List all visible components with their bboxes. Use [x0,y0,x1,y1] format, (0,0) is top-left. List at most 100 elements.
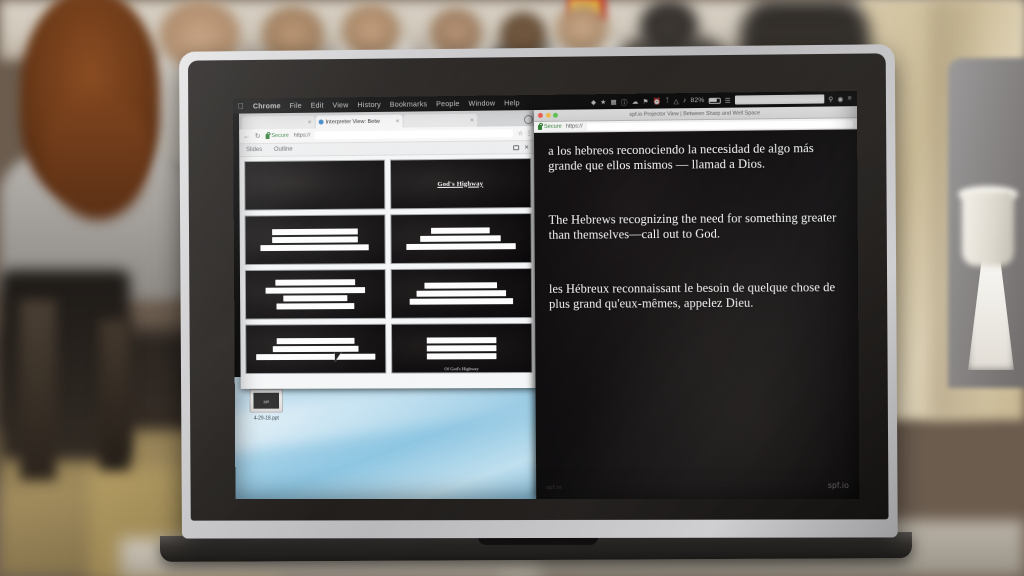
slide-thumbnail[interactable] [390,268,533,319]
close-icon[interactable]: ✕ [524,144,529,151]
menu-history[interactable]: History [357,100,381,109]
person-head [640,0,698,52]
slide-title: God's Highway [437,180,484,188]
laptop:  Chrome File Edit View History Bookmark… [159,44,913,562]
security-indicator[interactable]: Secure [265,132,289,139]
grid-icon[interactable]: ▦ [610,98,617,106]
dropbox-icon[interactable]: ◆ [591,98,596,106]
desktop-file-label: 4-29-18.ppt [253,415,279,422]
list-icon[interactable]: ☰ [725,96,731,104]
tab-slides[interactable]: Slides [246,147,262,153]
lock-icon [265,133,270,139]
slide-thumbnail[interactable] [244,269,386,320]
slide-thumbnail[interactable]: Of God's Highway [390,323,533,374]
slide-text-bar [265,287,365,294]
info-icon[interactable]: ⓘ [621,96,628,106]
favicon-icon [318,119,324,125]
file-thumbnail: ppt [249,388,284,413]
caption-french: les Hébreux reconnaissant le besoin de q… [548,279,836,311]
slide-text-bar [426,345,497,352]
slides-panel-actions: ✕ [513,144,529,151]
browser-tab[interactable]: ✕ [241,115,315,130]
slide-text-bar [271,236,358,243]
menu-view[interactable]: View [332,100,348,109]
back-arrow-icon[interactable]: ← [243,133,250,140]
tab-outline[interactable]: Outline [274,147,293,153]
bookmark-icon[interactable]: ☆ [518,130,523,137]
paper-cup [962,192,1014,266]
omnibar-actions: ☆ ⋮ [518,130,532,137]
siri-icon[interactable]: ◉ [837,95,843,103]
address-input[interactable] [586,119,853,130]
popout-icon[interactable] [513,144,520,150]
bluetooth-icon[interactable]: ᛏ [665,97,669,104]
secure-label: Secure [271,132,289,139]
desktop-file-icon[interactable]: ppt 4-29-18.ppt [243,388,290,422]
slide-text-bar [260,244,369,251]
address-input[interactable] [315,129,513,140]
kebab-menu-icon[interactable]: ⋮ [526,130,532,137]
caption-spanish: a los hebreos reconociendo la necesidad … [548,140,814,174]
profile-avatar-icon[interactable] [523,115,533,125]
slide-text-bar [424,282,498,289]
slide-text-bar [406,243,516,250]
projector-view-window[interactable]: spf.io Projector View | Between Sharp an… [533,106,860,500]
flag-icon[interactable]: ⚑ [643,97,649,105]
security-indicator[interactable]: Secure [537,123,562,130]
close-icon[interactable]: ✕ [395,118,399,124]
spotlight-search-field[interactable] [734,94,825,105]
menu-edit[interactable]: Edit [311,101,324,110]
slide-text-bar [420,235,502,242]
caption-stage: a los hebreos reconociendo la necesidad … [534,129,860,500]
menu-chrome[interactable]: Chrome [253,101,281,110]
desktop-wallpaper: ppt 4-29-18.ppt [233,358,603,499]
window-title: spf.io Projector View | Between Sharp an… [629,109,761,118]
slide-thumbnail[interactable] [245,323,386,375]
browser-tab[interactable]: ✕ [403,113,478,128]
file-thumbnail-inner: ppt [253,392,280,409]
slide-thumbnail[interactable] [244,159,385,211]
tab-label: Interpreter View: Betw [325,118,380,125]
url-text: https:// [293,132,311,139]
search-icon[interactable]: ⚲ [828,95,833,103]
lock-icon [537,124,542,130]
file-thumbnail-label: ppt [263,398,269,404]
menu-people[interactable]: People [436,99,459,108]
apple-logo-icon[interactable]:  [238,101,244,110]
slide-text-bar [274,279,356,286]
battery-icon[interactable] [708,97,721,104]
clock-icon[interactable]: ⏰ [653,97,662,105]
screen-bezel:  Chrome File Edit View History Bookmark… [187,53,889,521]
browser-tab-active[interactable]: Interpreter View: Betw ✕ [315,114,403,129]
secure-label: Secure [543,123,562,130]
menu-file[interactable]: File [290,101,302,110]
slide-text-bar [426,337,497,344]
wifi-icon[interactable]: △ [674,97,679,105]
cloud-icon[interactable]: ☁ [632,97,639,105]
slide-thumbnail[interactable] [389,213,532,265]
slide-text-bar [416,290,506,297]
volume-icon[interactable]: ♪ [683,97,687,104]
shield-icon[interactable]: ★ [600,98,606,106]
menu-help[interactable]: Help [504,98,520,107]
slide-text-bar [276,338,355,344]
reload-icon[interactable]: ↻ [255,132,261,140]
slide-text-bar [255,353,376,360]
spfio-watermark: spf.io [827,480,850,491]
chair-leg [100,320,130,470]
close-icon[interactable]: ✕ [308,119,312,125]
menu-window[interactable]: Window [469,99,496,108]
control-center-icon[interactable]: ≡ [848,95,852,102]
battery-percent-label: 82% [690,96,705,105]
laptop-screen:  Chrome File Edit View History Bookmark… [233,90,860,500]
slide-text-bar [271,228,358,235]
slide-thumbnail[interactable] [244,214,386,266]
caption-english: The Hebrews recognizing the need for som… [548,210,837,243]
chrome-window-slides[interactable]: ✕ Interpreter View: Betw ✕ ✕ ← ↻ Secure … [238,110,538,389]
close-icon[interactable]: ✕ [470,117,474,123]
slide-thumbnail[interactable]: God's Highway [389,158,532,210]
laptop-lid:  Chrome File Edit View History Bookmark… [179,44,898,539]
spfio-watermark-left: spf.io [546,484,562,491]
menubar-status-area: ◆ ★ ▦ ⓘ ☁ ⚑ ⏰ ᛏ △ ♪ 82% ☰ ⚲ ◉ ≡ [591,94,852,107]
menu-bookmarks[interactable]: Bookmarks [390,99,427,108]
